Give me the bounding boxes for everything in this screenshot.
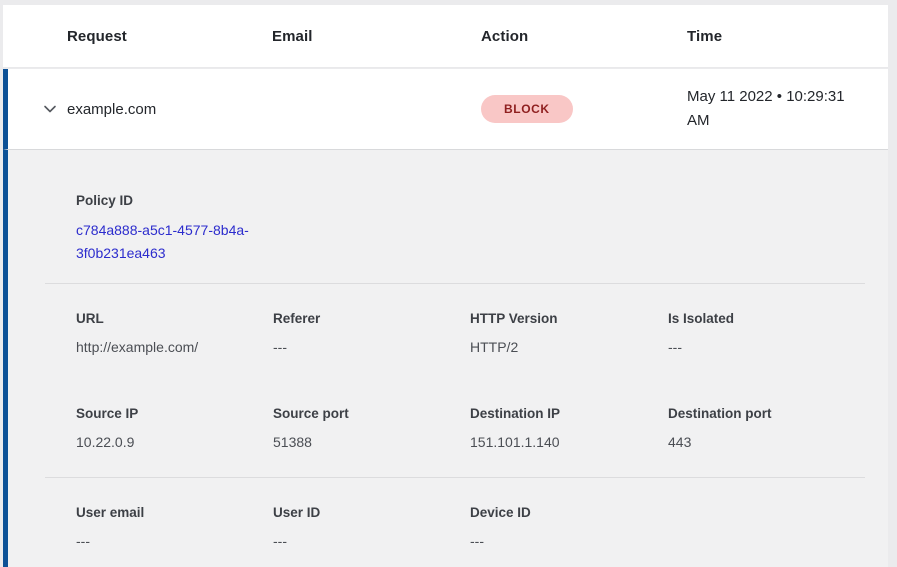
field-user-email-value: ---	[76, 533, 273, 549]
column-header-time: Time	[687, 28, 888, 45]
request-cell: example.com	[67, 101, 272, 118]
activity-log-card: Request Email Action Time example.com BL…	[3, 5, 888, 567]
field-destination-ip-value: 151.101.1.140	[470, 434, 668, 450]
field-user-email-label: User email	[76, 505, 273, 521]
detail-row-request-info: URL http://example.com/ Referer --- HTTP…	[76, 311, 888, 355]
field-source-ip-value: 10.22.0.9	[76, 434, 273, 450]
field-destination-ip-label: Destination IP	[470, 406, 668, 422]
time-cell: May 11 2022 • 10:29:31 AM	[687, 85, 859, 133]
detail-row-user-info: User email --- User ID --- Device ID ---	[76, 505, 888, 549]
field-url-label: URL	[76, 311, 273, 327]
field-url: URL http://example.com/	[76, 311, 273, 355]
chevron-down-icon[interactable]	[41, 100, 59, 118]
field-user-id-label: User ID	[273, 505, 470, 521]
block-status-badge: BLOCK	[481, 95, 573, 123]
field-is-isolated: Is Isolated ---	[668, 311, 888, 355]
field-destination-port: Destination port 443	[668, 406, 888, 450]
field-source-port-label: Source port	[273, 406, 470, 422]
field-http-version-value: HTTP/2	[470, 339, 668, 355]
field-source-port: Source port 51388	[273, 406, 470, 450]
field-http-version-label: HTTP Version	[470, 311, 668, 327]
divider	[45, 477, 865, 478]
divider	[45, 283, 865, 284]
policy-id-link[interactable]: c784a888-a5c1-4577-8b4a-3f0b231ea463	[76, 219, 281, 265]
field-user-email: User email ---	[76, 505, 273, 549]
action-cell: BLOCK	[481, 95, 687, 123]
field-user-id-value: ---	[273, 533, 470, 549]
field-referer-value: ---	[273, 339, 470, 355]
field-device-id: Device ID ---	[470, 505, 668, 549]
field-source-port-value: 51388	[273, 434, 470, 450]
field-http-version: HTTP Version HTTP/2	[470, 311, 668, 355]
field-is-isolated-value: ---	[668, 339, 888, 355]
field-is-isolated-label: Is Isolated	[668, 311, 888, 327]
field-referer-label: Referer	[273, 311, 470, 327]
log-table-row[interactable]: example.com BLOCK May 11 2022 • 10:29:31…	[3, 69, 888, 150]
field-user-id: User ID ---	[273, 505, 470, 549]
table-header: Request Email Action Time	[3, 5, 888, 68]
detail-row-network-info: Source IP 10.22.0.9 Source port 51388 De…	[76, 406, 888, 450]
field-destination-port-value: 443	[668, 434, 888, 450]
row-details-panel: Policy ID c784a888-a5c1-4577-8b4a-3f0b23…	[3, 150, 888, 567]
field-referer: Referer ---	[273, 311, 470, 355]
field-source-ip: Source IP 10.22.0.9	[76, 406, 273, 450]
field-destination-ip: Destination IP 151.101.1.140	[470, 406, 668, 450]
field-device-id-value: ---	[470, 533, 668, 549]
column-header-action: Action	[481, 28, 687, 45]
field-url-value: http://example.com/	[76, 339, 273, 355]
field-destination-port-label: Destination port	[668, 406, 888, 422]
field-source-ip-label: Source IP	[76, 406, 273, 422]
column-header-email: Email	[272, 28, 481, 45]
column-header-request: Request	[67, 28, 272, 45]
policy-id-field: Policy ID c784a888-a5c1-4577-8b4a-3f0b23…	[76, 193, 286, 265]
field-device-id-label: Device ID	[470, 505, 668, 521]
policy-id-label: Policy ID	[76, 193, 286, 209]
